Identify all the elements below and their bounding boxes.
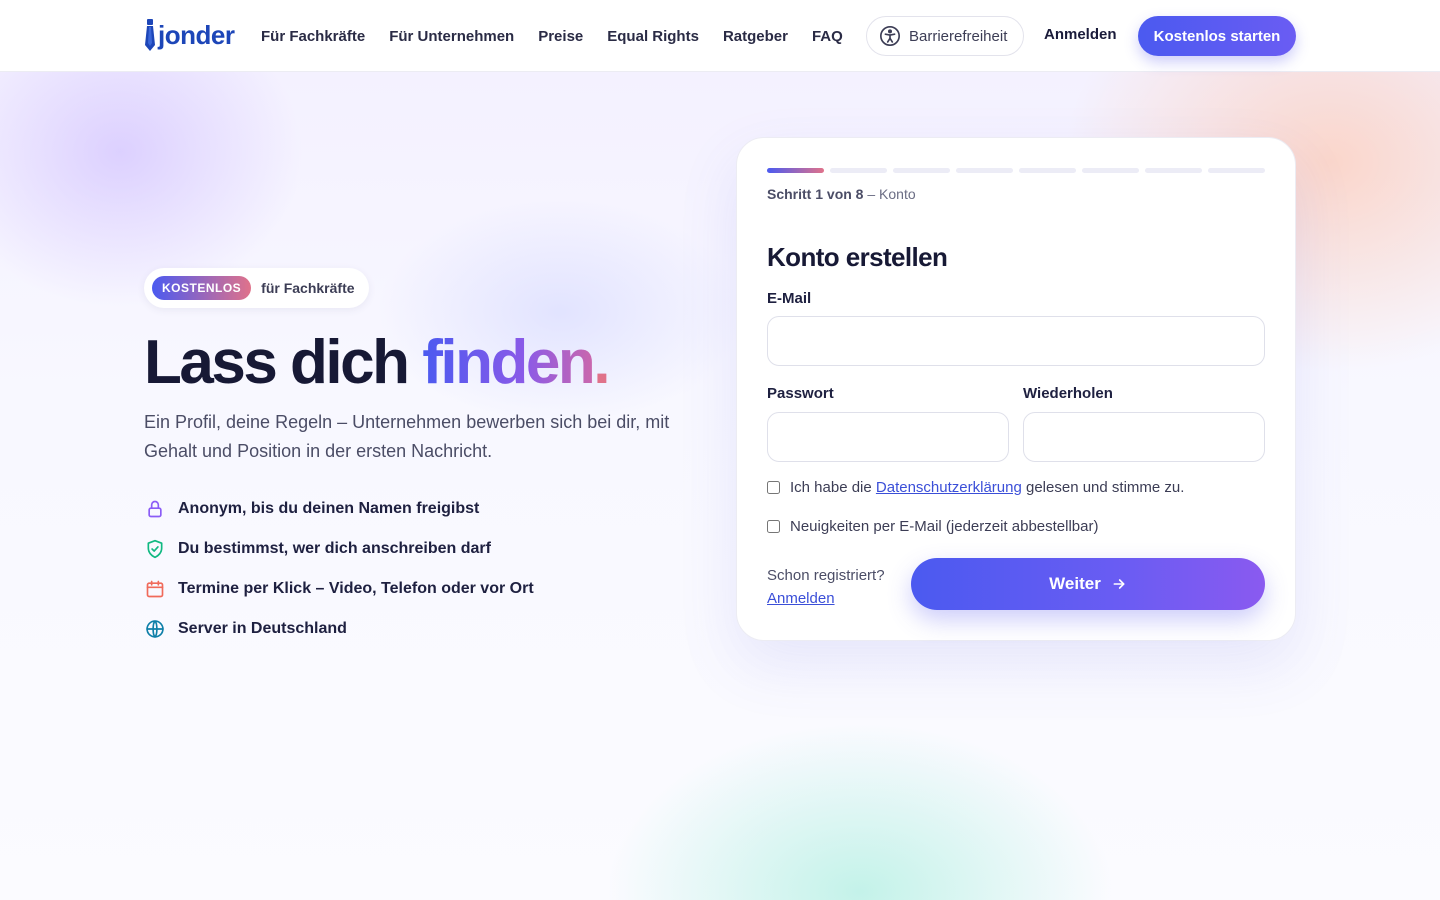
main-nav: Für Fachkräfte Für Unternehmen Preise Eq… (261, 0, 843, 72)
newsletter-row: Neuigkeiten per E-Mail (jederzeit abbest… (767, 518, 1098, 535)
nav-item-equal-rights[interactable]: Equal Rights (607, 28, 699, 45)
privacy-consent-text: Ich habe die Datenschutzerklärung gelese… (790, 479, 1184, 496)
password-field[interactable] (767, 412, 1009, 462)
tie-logo-icon (145, 19, 155, 51)
progress-segment (1019, 168, 1076, 173)
privacy-consent-row: Ich habe die Datenschutzerklärung gelese… (767, 479, 1184, 496)
feature-text: Du bestimmst, wer dich anschreiben darf (178, 540, 491, 557)
free-badge-pill: KOSTENLOS für Fachkräfte (144, 268, 369, 308)
step-count: Schritt 1 von 8 (767, 186, 864, 202)
feature-text: Anonym, bis du deinen Namen freigibst (178, 500, 480, 517)
newsletter-checkbox[interactable] (767, 520, 780, 533)
hero-headline: Lass dich finden. (144, 328, 610, 398)
signup-card: Schritt 1 von 8 – Konto Konto erstellen … (736, 137, 1296, 641)
calendar-icon (144, 578, 166, 600)
headline-accent-word: finden (422, 328, 594, 397)
accessibility-icon (880, 26, 900, 46)
repeat-password-label: Wiederholen (1023, 385, 1113, 402)
progress-segment (1208, 168, 1265, 173)
headline-dot: . (593, 328, 610, 397)
nav-item-faq[interactable]: FAQ (812, 28, 843, 45)
lock-icon (144, 498, 166, 520)
password-label: Passwort (767, 385, 834, 402)
nav-item-fachkraefte[interactable]: Für Fachkräfte (261, 28, 365, 45)
logo[interactable]: jonder (144, 18, 235, 52)
already-registered: Schon registriert? Anmelden (767, 564, 885, 610)
next-button[interactable]: Weiter (911, 558, 1265, 610)
nav-item-ratgeber[interactable]: Ratgeber (723, 28, 788, 45)
step-label: Schritt 1 von 8 – Konto (767, 186, 916, 202)
feature-item-control: Du bestimmst, wer dich anschreiben darf (144, 536, 534, 562)
privacy-checkbox[interactable] (767, 481, 780, 494)
feature-text: Server in Deutschland (178, 620, 347, 637)
header-login-link[interactable]: Anmelden (1044, 26, 1117, 43)
accessibility-button[interactable]: Barrierefreiheit (866, 16, 1024, 56)
arrow-right-icon (1113, 579, 1125, 589)
feature-item-appointments: Termine per Klick – Video, Telefon oder … (144, 576, 534, 602)
headline-accent: finden. (422, 328, 610, 397)
site-header: jonder Für Fachkräfte Für Unternehmen Pr… (0, 0, 1440, 72)
repeat-password-field[interactable] (1023, 412, 1265, 462)
headline-plain: Lass dich (144, 328, 423, 397)
feature-item-servers: Server in Deutschland (144, 616, 534, 642)
email-field[interactable] (767, 316, 1265, 366)
feature-text: Termine per Klick – Video, Telefon oder … (178, 580, 534, 597)
step-name: – Konto (863, 186, 916, 202)
hero-subtitle: Ein Profil, deine Regeln – Unternehmen b… (144, 412, 670, 461)
card-login-link[interactable]: Anmelden (767, 587, 885, 610)
nav-item-preise[interactable]: Preise (538, 28, 583, 45)
feature-item-anonymous: Anonym, bis du deinen Namen freigibst (144, 496, 534, 522)
progress-segment (893, 168, 950, 173)
already-registered-text: Schon registriert? (767, 567, 885, 584)
nav-item-unternehmen[interactable]: Für Unternehmen (389, 28, 514, 45)
shield-check-icon (144, 538, 166, 560)
form-title: Konto erstellen (767, 242, 948, 272)
progress-segment (830, 168, 887, 173)
logo-text: jonder (158, 19, 235, 50)
free-badge-text: für Fachkräfte (261, 280, 355, 296)
globe-icon (144, 618, 166, 640)
progress-segment (956, 168, 1013, 173)
progress-segment (1145, 168, 1202, 173)
progress-segment (1082, 168, 1139, 173)
privacy-after: gelesen und stimme zu. (1021, 479, 1185, 496)
feature-list: Anonym, bis du deinen Namen freigibst Du… (144, 496, 534, 656)
next-button-label: Weiter (1049, 574, 1101, 593)
email-label: E-Mail (767, 290, 812, 307)
progress-segment (767, 168, 824, 173)
privacy-policy-link[interactable]: Datenschutzerklärung (876, 479, 1022, 496)
step-progress (767, 168, 1265, 173)
free-badge: KOSTENLOS (152, 276, 252, 300)
newsletter-label: Neuigkeiten per E-Mail (jederzeit abbest… (790, 518, 1099, 535)
accessibility-label: Barrierefreiheit (909, 27, 1008, 45)
start-free-button[interactable]: Kostenlos starten (1138, 16, 1296, 56)
privacy-before: Ich habe die (790, 479, 876, 496)
